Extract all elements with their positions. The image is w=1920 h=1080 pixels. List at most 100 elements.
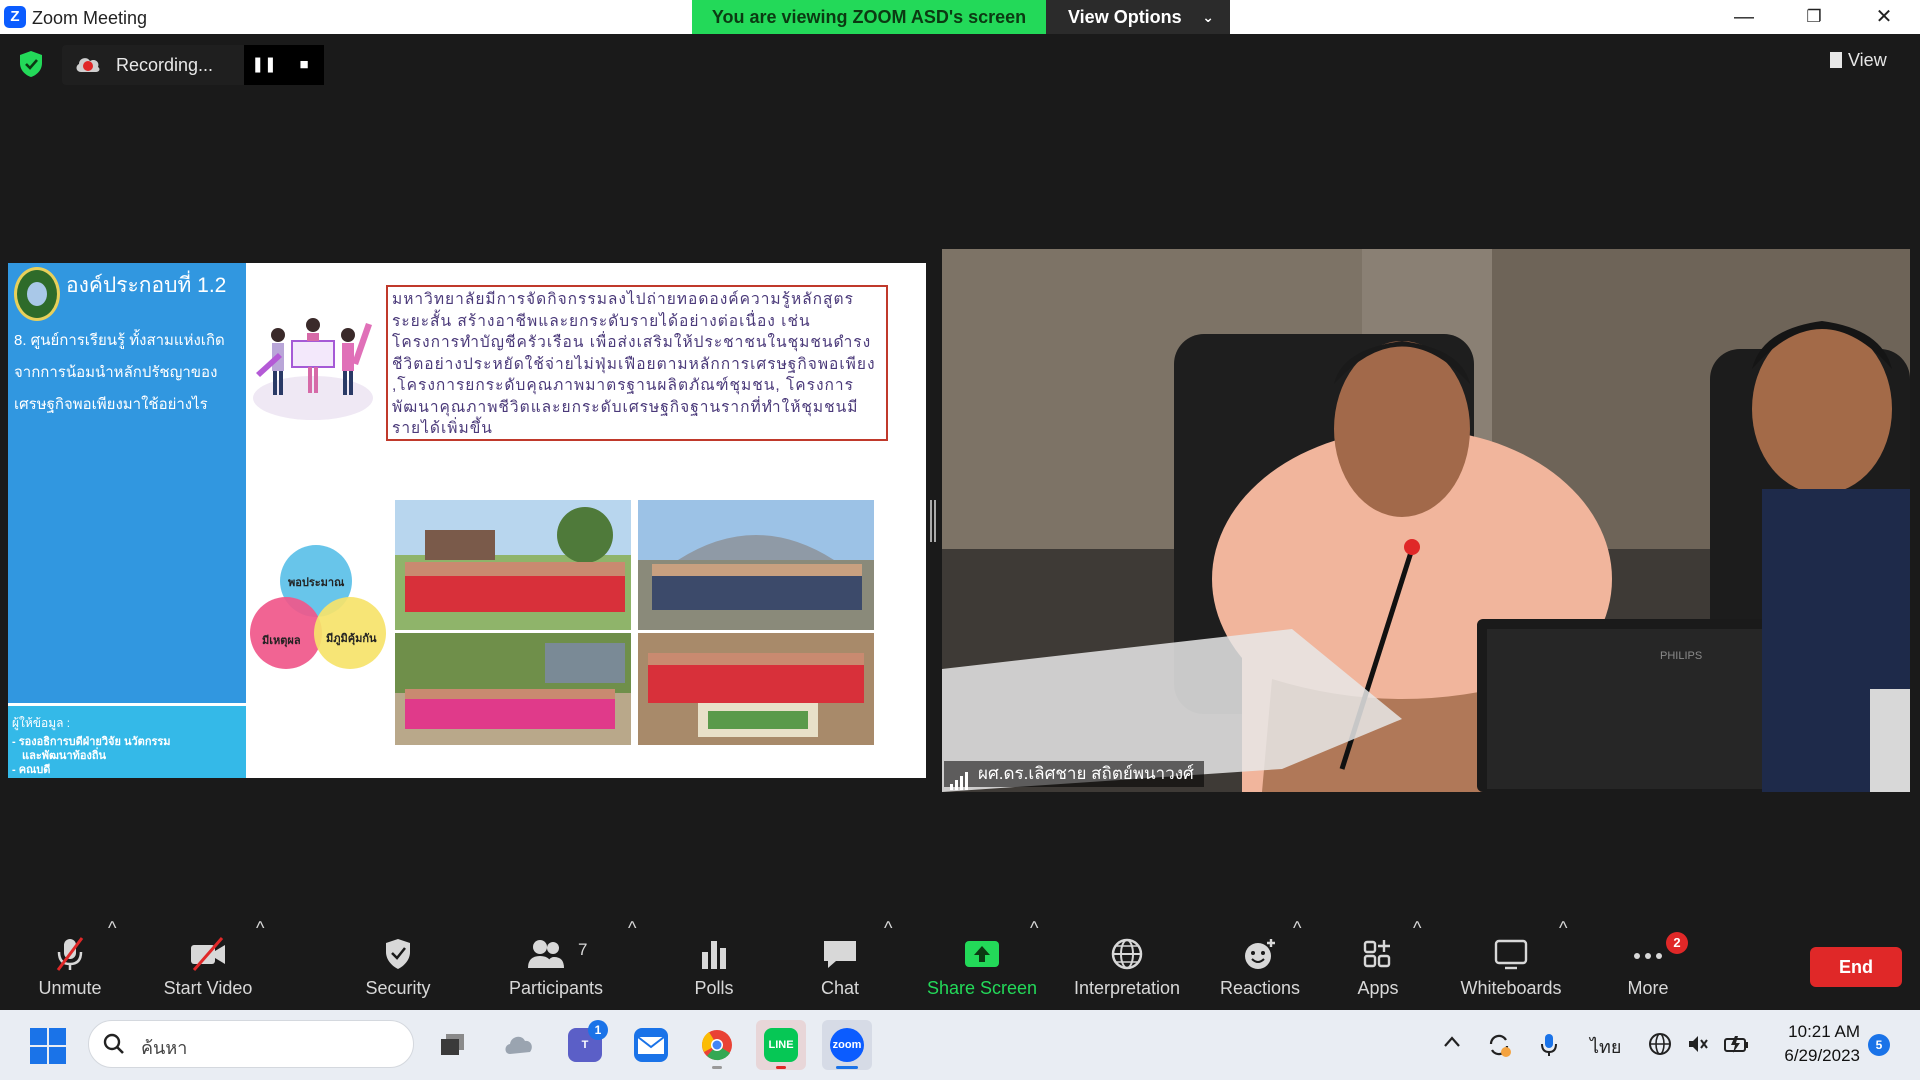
participant-video-tile[interactable]: PHILIPS ผศ.ดร.เลิศชาย สถิตย์พนาวงศ์: [942, 249, 1910, 792]
interpretation-label: Interpretation: [1073, 978, 1181, 998]
microphone-muted-icon: [56, 937, 84, 971]
weather-widget-button[interactable]: [494, 1020, 544, 1070]
participant-count: 7: [578, 940, 588, 959]
whiteboards-button[interactable]: Whiteboards: [1452, 918, 1570, 1010]
taskbar-search-box[interactable]: ค้นหา: [88, 1020, 414, 1068]
start-video-label: Start Video: [163, 978, 253, 998]
line-icon: LINE: [764, 1028, 798, 1062]
mail-app-button[interactable]: [626, 1020, 676, 1070]
pause-recording-button[interactable]: ❚❚: [244, 45, 284, 85]
people-illustration: [253, 318, 373, 420]
restore-button[interactable]: ❐: [1779, 0, 1849, 34]
svg-text:PHILIPS: PHILIPS: [1660, 650, 1702, 662]
close-window-button[interactable]: ✕: [1849, 0, 1919, 34]
taskbar-clock[interactable]: 10:21 AM 6/29/2023: [1770, 1020, 1860, 1068]
windows-taskbar: ค้นหา T 1 LINE zoom ไทย 10:21 AM 6/29/20…: [0, 1010, 1920, 1080]
security-button[interactable]: Security: [350, 918, 446, 1010]
apps-button[interactable]: Apps: [1340, 918, 1416, 1010]
view-options-button[interactable]: View Options ⌄: [1046, 0, 1230, 34]
audio-options-caret[interactable]: ^: [108, 918, 116, 1010]
security-shield-icon[interactable]: [18, 50, 44, 78]
slide-provider-box: ผู้ให้ข้อมูล : - รองอธิการบดีฝ่ายวิจัย น…: [8, 703, 246, 778]
polls-bar-chart-icon: [702, 941, 726, 969]
participants-options-caret[interactable]: ^: [628, 918, 636, 1010]
speaker-muted-icon[interactable]: [1686, 1032, 1710, 1061]
chevron-down-icon: ⌄: [1202, 9, 1214, 25]
chrome-icon: [700, 1028, 734, 1062]
task-view-button[interactable]: [428, 1020, 478, 1070]
venn-label-right: มีภูมิคุ้มกัน: [326, 633, 377, 645]
university-emblem: [14, 267, 60, 321]
activity-photo-1: [395, 500, 631, 630]
share-screen-label: Share Screen: [926, 978, 1038, 998]
search-placeholder: ค้นหา: [141, 1038, 188, 1058]
participants-icon: [528, 940, 564, 968]
security-shield-icon: [386, 939, 410, 969]
running-indicator: [776, 1066, 786, 1069]
whiteboard-icon: [1494, 939, 1528, 970]
view-label: View: [1848, 50, 1887, 70]
zoom-app-button[interactable]: zoom: [822, 1020, 872, 1070]
venn-label-top: พอประมาณ: [288, 577, 345, 589]
network-globe-icon[interactable]: [1648, 1032, 1672, 1061]
activity-photo-3: [395, 633, 631, 745]
microphone-icon[interactable]: [1538, 1032, 1560, 1063]
more-dots-icon: [1634, 953, 1662, 959]
share-options-caret[interactable]: ^: [1030, 918, 1038, 1010]
recording-indicator: Recording... ❚❚ ■: [62, 45, 324, 85]
slide-body-text: มหาวิทยาลัยมีการจัดกิจกรรมลงไปถ่ายทอดองค…: [386, 285, 888, 441]
chat-bubble-icon: [824, 941, 856, 968]
chat-options-caret[interactable]: ^: [884, 918, 892, 1010]
apps-grid-icon: [1363, 940, 1391, 968]
chat-button[interactable]: Chat: [800, 918, 880, 1010]
participants-button[interactable]: 7 Participants: [500, 918, 612, 1010]
resize-divider-handle[interactable]: [930, 500, 936, 542]
teams-notification-badge: 1: [588, 1020, 608, 1040]
end-meeting-button[interactable]: End: [1810, 947, 1902, 987]
polls-button[interactable]: Polls: [676, 918, 752, 1010]
whiteboards-options-caret[interactable]: ^: [1559, 918, 1567, 1010]
more-label: More: [1627, 978, 1669, 998]
apps-options-caret[interactable]: ^: [1413, 918, 1421, 1010]
reactions-smiley-icon: [1245, 939, 1275, 969]
globe-icon: [1111, 938, 1143, 970]
activity-photo-4: [638, 633, 874, 745]
chat-label: Chat: [820, 978, 860, 998]
video-options-caret[interactable]: ^: [256, 918, 264, 1010]
interpretation-button[interactable]: Interpretation: [1062, 918, 1192, 1010]
line-app-button[interactable]: LINE: [756, 1020, 806, 1070]
provider-line: - คณบดี: [12, 764, 51, 776]
clock-date: 6/29/2023: [1784, 1046, 1860, 1065]
window-title: Zoom Meeting: [32, 8, 148, 28]
more-notification-badge: 2: [1666, 932, 1688, 954]
participant-nameplate: ผศ.ดร.เลิศชาย สถิตย์พนาวงศ์: [944, 761, 1204, 790]
teams-app-button[interactable]: T 1: [560, 1020, 610, 1070]
venn-label-left: มีเหตุผล: [262, 635, 301, 647]
stop-recording-button[interactable]: ■: [284, 45, 324, 85]
running-indicator: [712, 1066, 722, 1069]
start-video-button[interactable]: Start Video: [150, 918, 266, 1010]
show-hidden-icons-chevron-up-icon[interactable]: [1442, 1032, 1462, 1057]
whiteboards-label: Whiteboards: [1460, 978, 1562, 998]
input-language-indicator[interactable]: ไทย: [1590, 1032, 1621, 1061]
participants-label: Participants: [508, 978, 604, 998]
cloud-recording-icon: [76, 58, 100, 72]
windows-start-icon[interactable]: [30, 1028, 66, 1064]
slide-sidebar: องค์ประกอบที่ 1.2 8. ศูนย์การเรียนรู้ ทั…: [8, 263, 246, 703]
sync-icon[interactable]: [1486, 1032, 1512, 1063]
task-view-icon: [436, 1028, 470, 1062]
recording-label: Recording...: [116, 55, 214, 75]
video-off-icon: [191, 937, 225, 971]
apps-label: Apps: [1357, 978, 1399, 998]
share-screen-button[interactable]: Share Screen: [922, 918, 1042, 1010]
clock-time: 10:21 AM: [1788, 1022, 1860, 1041]
battery-charging-icon[interactable]: [1722, 1032, 1750, 1061]
minimize-button[interactable]: —: [1709, 0, 1779, 34]
view-layout-button[interactable]: View: [1830, 50, 1887, 71]
reactions-options-caret[interactable]: ^: [1293, 918, 1301, 1010]
unmute-button[interactable]: Unmute: [20, 918, 120, 1010]
notification-count-badge[interactable]: 5: [1868, 1034, 1890, 1056]
security-label: Security: [365, 978, 431, 998]
chrome-app-button[interactable]: [692, 1020, 742, 1070]
viewing-screen-banner: You are viewing ZOOM ASD's screen: [692, 0, 1046, 34]
